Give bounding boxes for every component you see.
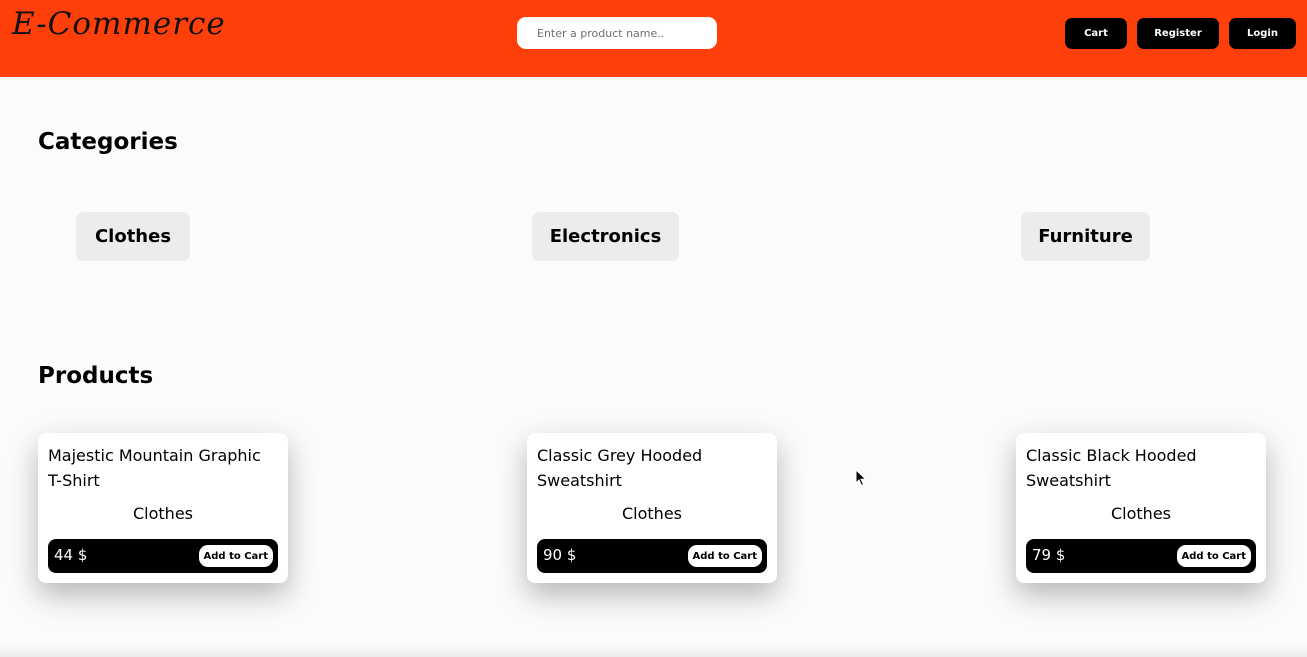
- cart-button[interactable]: Cart: [1065, 18, 1127, 49]
- product-card: Classic Grey Hooded Sweatshirt Clothes 9…: [527, 433, 777, 583]
- product-name: Majestic Mountain Graphic T-Shirt: [48, 446, 261, 490]
- add-to-cart-button[interactable]: Add to Cart: [1176, 545, 1251, 567]
- product-card: Majestic Mountain Graphic T-Shirt Clothe…: [38, 433, 288, 583]
- product-search-input[interactable]: [517, 17, 717, 49]
- product-price: 90 $: [543, 546, 577, 564]
- product-card: Classic Black Hooded Sweatshirt Clothes …: [1016, 433, 1266, 583]
- category-furniture[interactable]: Furniture: [1021, 212, 1150, 261]
- product-price: 79 $: [1032, 546, 1066, 564]
- login-button[interactable]: Login: [1229, 18, 1296, 49]
- product-price-bar: 79 $ Add to Cart: [1026, 539, 1256, 573]
- product-name: Classic Grey Hooded Sweatshirt: [537, 446, 703, 490]
- categories-heading: Categories: [38, 129, 178, 155]
- site-logo[interactable]: E-Commerce: [12, 6, 226, 42]
- register-button[interactable]: Register: [1137, 18, 1219, 49]
- product-category: Clothes: [622, 504, 682, 523]
- mouse-pointer-icon: [855, 469, 867, 487]
- category-clothes[interactable]: Clothes: [76, 212, 190, 261]
- product-name: Classic Black Hooded Sweatshirt: [1026, 446, 1197, 490]
- product-price-bar: 44 $ Add to Cart: [48, 539, 278, 573]
- product-category: Clothes: [133, 504, 193, 523]
- page-bottom-edge: [0, 643, 1307, 657]
- category-electronics[interactable]: Electronics: [532, 212, 679, 261]
- add-to-cart-button[interactable]: Add to Cart: [198, 545, 273, 567]
- product-price: 44 $: [54, 546, 88, 564]
- add-to-cart-button[interactable]: Add to Cart: [687, 545, 762, 567]
- product-price-bar: 90 $ Add to Cart: [537, 539, 767, 573]
- product-category: Clothes: [1111, 504, 1171, 523]
- products-heading: Products: [38, 363, 154, 389]
- top-navbar: E-Commerce Cart Register Login: [0, 0, 1307, 77]
